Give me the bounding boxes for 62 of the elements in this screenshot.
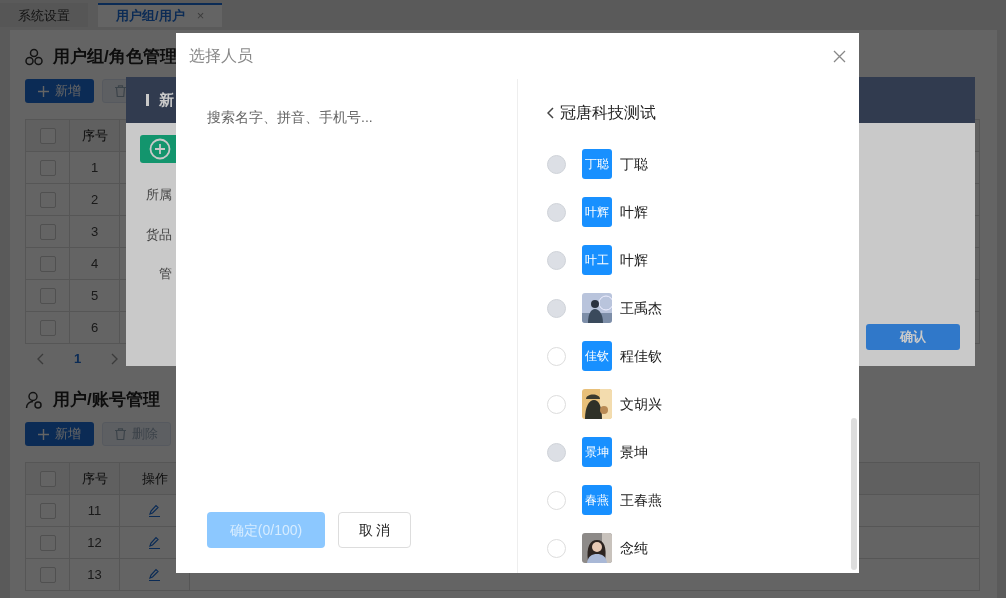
table-cell: 2: [69, 183, 120, 216]
field-label: 管: [158, 265, 172, 283]
pencil-icon[interactable]: [148, 568, 161, 581]
table-cell: 12: [69, 526, 120, 559]
plus-icon: [38, 85, 49, 97]
person-name: 王春燕: [620, 490, 662, 510]
person-name: 景坤: [620, 442, 648, 462]
radio-button[interactable]: [547, 394, 566, 414]
field-label: 所属: [145, 186, 172, 204]
avatar: 春燕: [582, 485, 612, 515]
table-cell: 11: [69, 494, 120, 527]
person-name: 叶辉: [620, 250, 648, 270]
dialog-title: 新: [159, 89, 174, 110]
tab[interactable]: 系统设置: [0, 3, 88, 27]
user-icon: [25, 391, 43, 409]
close-icon[interactable]: ×: [196, 6, 205, 26]
pencil-icon[interactable]: [148, 536, 161, 549]
tab[interactable]: 用户组/用户 ×: [98, 3, 223, 27]
close-icon[interactable]: [833, 49, 846, 63]
add-button[interactable]: 新增: [25, 79, 94, 103]
column-header: 序号: [69, 119, 120, 152]
group-icon: [25, 48, 43, 66]
chevron-right-icon[interactable]: [111, 353, 119, 365]
chevron-left-icon[interactable]: [37, 353, 44, 365]
section-title: 用户/账号管理: [53, 389, 160, 412]
plus-icon: [38, 428, 49, 440]
back-chevron-icon[interactable]: [547, 107, 554, 119]
column-header: 序号: [69, 462, 120, 495]
person-name: 叶辉: [620, 202, 648, 222]
section-title: 用户组/角色管理: [53, 46, 177, 69]
table-cell: 1: [69, 151, 120, 184]
dialog-title: 选择人员: [189, 46, 253, 66]
table-cell: 4: [69, 247, 120, 280]
avatar: 景坤: [582, 437, 612, 467]
pencil-icon[interactable]: [148, 504, 161, 517]
avatar: 丁聪: [582, 149, 612, 179]
cancel-button[interactable]: 取 消: [338, 512, 411, 548]
group-name: 冠唐科技测试: [560, 103, 656, 123]
person-name: 王禹杰: [620, 298, 662, 318]
person-name: 丁聪: [620, 154, 648, 174]
person-name: 程佳钦: [620, 346, 662, 366]
person-name: 念纯: [620, 538, 648, 558]
page-number[interactable]: 1: [74, 349, 82, 369]
confirm-button[interactable]: 确认: [866, 324, 960, 350]
avatar: 佳钦: [582, 341, 612, 371]
radio-button[interactable]: [547, 490, 566, 510]
scrollbar[interactable]: [851, 418, 857, 570]
avatar: 叶辉: [582, 197, 612, 227]
title-marker: [146, 94, 149, 106]
field-label: 货品: [145, 225, 172, 244]
radio-button[interactable]: [547, 538, 566, 558]
table-cell: 13: [69, 558, 120, 591]
person-name: 文胡兴: [620, 394, 662, 414]
table-cell: 5: [69, 279, 120, 312]
table-cell: 3: [69, 215, 120, 248]
add-button[interactable]: 新增: [25, 422, 94, 446]
trash-icon: [115, 85, 126, 97]
plus-circle-icon: [149, 138, 171, 160]
radio-button[interactable]: [547, 346, 566, 366]
table-cell: 6: [69, 311, 120, 344]
trash-icon: [115, 428, 126, 440]
avatar: 叶工: [582, 245, 612, 275]
